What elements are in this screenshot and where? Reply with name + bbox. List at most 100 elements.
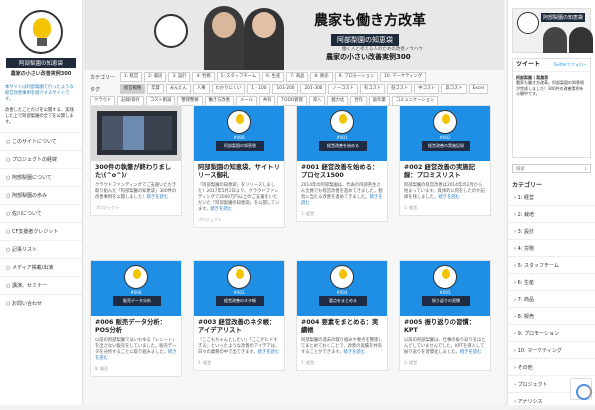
- category-item[interactable]: › 8: 販売: [508, 308, 595, 325]
- twitter-title: ツイート: [516, 61, 541, 68]
- read-more-link[interactable]: 続きを読む: [210, 207, 231, 212]
- category-item[interactable]: › 7: 商品: [508, 291, 595, 308]
- search-input[interactable]: 検索 ⌕: [512, 164, 591, 173]
- right-sidebar: 阿部梨園の知恵袋 ツイート Twitterでフォロー 阿部梨園 | 梨農家 農家も働…: [507, 0, 595, 410]
- card-category[interactable]: 1: 経営: [400, 356, 490, 370]
- category-chip[interactable]: 9: プロモーション: [334, 72, 379, 82]
- site-intro[interactable]: 本サイトは阿部梨園で行ったような経営改善事例を紹介するサイトです。: [5, 85, 77, 103]
- site-logo[interactable]: [19, 10, 63, 54]
- nav-item[interactable]: ○ 講演、セミナー: [0, 276, 82, 294]
- category-item[interactable]: › 4: 労務: [508, 240, 595, 257]
- nav-item[interactable]: ○ お問い合わせ: [0, 294, 82, 312]
- card-category[interactable]: 1: 経営: [400, 201, 490, 215]
- tag-chip[interactable]: 101-200: [272, 84, 299, 94]
- category-item[interactable]: › 10: マーケティング: [508, 342, 595, 359]
- tag-chip[interactable]: 中コスト: [414, 84, 440, 94]
- nav-item[interactable]: ○ 佐川について: [0, 204, 82, 222]
- card-title[interactable]: 阿部梨園の知恵袋、サイトリリース御礼: [194, 161, 284, 180]
- tag-chip[interactable]: 人事: [192, 84, 210, 94]
- category-list: › 1: 経営 › 2: 栽培 › 3: 設計 › 4: 労務 › 5: スタッ…: [508, 189, 595, 410]
- tag-chip[interactable]: 経営戦略: [120, 84, 146, 94]
- card-title[interactable]: #005 振り返りの習慣：KPT: [400, 316, 490, 335]
- card-title[interactable]: #003 経営改善のネタ帳：アイデアリスト: [194, 316, 284, 335]
- read-more-link[interactable]: 続きを読む: [147, 195, 168, 200]
- tag-chip[interactable]: 低コスト: [387, 84, 413, 94]
- category-chip[interactable]: 3: 設計: [168, 72, 191, 82]
- nav-item[interactable]: ○ 記事リスト: [0, 240, 82, 258]
- category-chip[interactable]: 5: スタッフチーム: [216, 72, 261, 82]
- tag-chip[interactable]: 年賀: [147, 84, 164, 94]
- site-title[interactable]: 阿部梨園の知恵袋: [6, 58, 76, 68]
- category-chip[interactable]: 7: 商品: [286, 72, 309, 82]
- article-card[interactable]: #005 振り返りの習慣 #005 振り返りの習慣：KPT 以前の阿部梨園は、仕事…: [399, 260, 491, 371]
- recaptcha-badge[interactable]: [570, 378, 592, 400]
- article-card[interactable]: #000 阿部梨園の知恵袋 阿部梨園の知恵袋、サイトリリース御礼 「阿部梨園の知恵…: [193, 105, 285, 228]
- article-card[interactable]: #006 販売データ分析 #006 販売データ分析：POS分析 以前の阿部梨園では…: [90, 260, 182, 377]
- nav-item[interactable]: ○ CF支援者クレジット: [0, 222, 82, 240]
- tag-chip[interactable]: 201-300: [300, 84, 327, 94]
- person-photo: [204, 6, 244, 70]
- category-item[interactable]: › 9: プロモーション: [508, 325, 595, 342]
- card-category[interactable]: 1: 経営: [194, 356, 284, 370]
- category-item[interactable]: › 2: 栽培: [508, 206, 595, 223]
- card-title[interactable]: 300件の執筆が終わりました\(^o^)/: [91, 161, 181, 180]
- bulb-icon: [433, 265, 457, 289]
- category-chip[interactable]: 4: 労務: [192, 72, 215, 82]
- card-title[interactable]: #001 経営改善を始める：プロセス1500: [297, 161, 387, 180]
- card-thumbnail: #004 要点をまとめる: [297, 261, 387, 316]
- article-card[interactable]: 300件の執筆が終わりました\(^o^)/ クラウドファンディングでご支援いただ…: [90, 105, 182, 216]
- category-heading: カテゴリー: [512, 182, 543, 189]
- filter-panel: カテゴリー 1: 経営 2: 栽培 3: 設計 4: 労務 5: スタッフチーム…: [84, 72, 504, 106]
- bulb-icon: [227, 265, 251, 289]
- twitter-follow-link[interactable]: Twitterでフォロー: [554, 62, 587, 68]
- person-photo: [569, 27, 593, 53]
- card-category[interactable]: プロジェクト: [194, 213, 284, 227]
- tag-chip[interactable]: Excel: [468, 84, 489, 94]
- category-chip[interactable]: 1: 経営: [120, 72, 143, 82]
- nav-item[interactable]: ○ プロジェクトの経緯: [0, 150, 82, 168]
- category-chip[interactable]: 10: マーケティング: [380, 72, 427, 82]
- card-category[interactable]: プロジェクト: [91, 201, 181, 215]
- read-more-link[interactable]: 続きを読む: [344, 350, 365, 355]
- card-excerpt: 以前の阿部梨園ではいわゆる「レシート」を出さない販売をしていました。販売データを…: [95, 338, 177, 361]
- read-more-link[interactable]: 続きを読む: [258, 350, 279, 355]
- category-chip[interactable]: 2: 栽培: [144, 72, 167, 82]
- sidebar-banner[interactable]: 阿部梨園の知恵袋: [512, 8, 593, 53]
- article-card[interactable]: #002 経営改善の実施記録 #002 経営改善の実施記録：プロミスリスト 阿部梨…: [399, 105, 491, 216]
- category-chip[interactable]: 6: 生産: [262, 72, 285, 82]
- category-item[interactable]: › 1: 経営: [508, 189, 595, 206]
- tag-chip[interactable]: ノーコスト: [328, 84, 358, 94]
- card-category[interactable]: 1: 経営: [297, 207, 387, 221]
- card-title[interactable]: #004 要素をまとめる：実績帳: [297, 316, 387, 335]
- category-item[interactable]: › 3: 設計: [508, 223, 595, 240]
- tag-chip[interactable]: 1 - 100: [247, 84, 271, 94]
- card-category[interactable]: 1: 経営: [297, 356, 387, 370]
- read-more-link[interactable]: 続きを読む: [438, 195, 459, 200]
- nav-item[interactable]: ○ 阿部梨園について: [0, 168, 82, 186]
- card-title[interactable]: #006 販売データ分析：POS分析: [91, 316, 181, 335]
- article-card[interactable]: #003 経営改善のネタ帳 #003 経営改善のネタ帳：アイデアリスト 「ここもち…: [193, 260, 285, 371]
- nav-item[interactable]: ○ メディア掲載/出演: [0, 258, 82, 276]
- bulb-icon: [330, 110, 354, 134]
- hero-subtitle: 農家の小さい改善実例300: [326, 53, 411, 61]
- category-item[interactable]: › 6: 生産: [508, 274, 595, 291]
- category-item[interactable]: › 5: スタッフチーム: [508, 257, 595, 274]
- category-chip[interactable]: 8: 販売: [310, 72, 333, 82]
- card-thumbnail: #000 阿部梨園の知恵袋: [194, 106, 284, 161]
- card-thumbnail: #003 経営改善のネタ帳: [194, 261, 284, 316]
- twitter-widget: ツイート Twitterでフォロー 阿部梨園 | 梨農家 農家も働き方改革。阿部梨園…: [512, 58, 591, 158]
- tag-chip[interactable]: 高コスト: [441, 84, 467, 94]
- card-title[interactable]: #002 経営改善の実施記録：プロミスリスト: [400, 161, 490, 180]
- tag-chip[interactable]: わかりにくい: [211, 84, 246, 94]
- tag-chip[interactable]: 有コスト: [359, 84, 386, 94]
- article-card[interactable]: #004 要点をまとめる #004 要素をまとめる：実績帳 阿部梨園の過去の取り組…: [296, 260, 388, 371]
- article-card[interactable]: #001 経営改善を始める #001 経営改善を始める：プロセス1500 2014…: [296, 105, 388, 222]
- nav-item[interactable]: ○ このサイトについて: [0, 132, 82, 150]
- tag-chip[interactable]: みんたん: [165, 84, 191, 94]
- nav-item[interactable]: ○ 阿部梨園の歩み: [0, 186, 82, 204]
- category-item[interactable]: › その他: [508, 359, 595, 376]
- read-more-link[interactable]: 続きを読む: [460, 350, 481, 355]
- search-icon[interactable]: ⌕: [584, 166, 587, 172]
- card-category[interactable]: 8: 販売: [91, 362, 181, 376]
- hero-logo: [154, 14, 188, 48]
